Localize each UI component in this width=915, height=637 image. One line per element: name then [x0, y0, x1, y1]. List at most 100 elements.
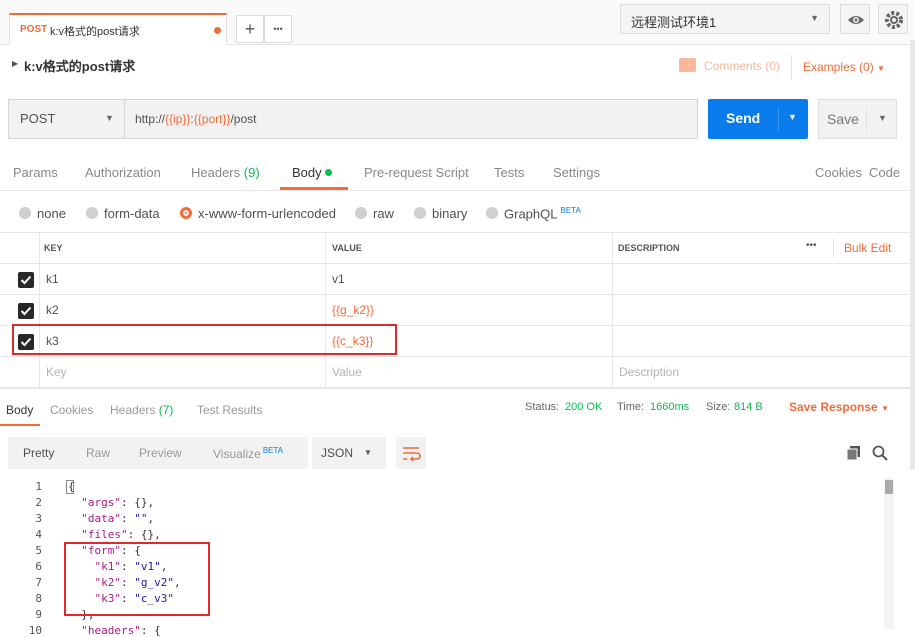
examples-dropdown[interactable]: Examples (0) ▼ — [803, 60, 885, 74]
radio-binary[interactable]: binary — [414, 206, 467, 221]
view-mode-visualize[interactable]: Visualize BETA — [213, 446, 283, 461]
radio-binary-label: binary — [432, 206, 468, 221]
tab-body-label: Body — [292, 165, 322, 180]
tab-tests[interactable]: Tests — [494, 165, 524, 180]
radio-raw-label: raw — [373, 206, 394, 221]
wrap-lines-button[interactable] — [396, 437, 426, 469]
radio-raw[interactable]: raw — [355, 206, 394, 221]
response-tab-cookies[interactable]: Cookies — [50, 403, 93, 417]
save-button[interactable]: Save ▼ — [818, 99, 897, 139]
line-number: 5 — [35, 544, 42, 557]
wrap-lines-icon — [403, 447, 421, 462]
unsaved-dot-icon — [214, 27, 221, 34]
radio-urlencoded[interactable]: x-www-form-urlencoded — [180, 206, 336, 221]
view-mode-pretty[interactable]: Pretty — [23, 446, 54, 460]
tab-prerequest-script[interactable]: Pre-request Script — [364, 165, 469, 180]
divider — [0, 190, 915, 191]
gear-icon — [885, 11, 903, 29]
request-title[interactable]: k:v格式的post请求 — [24, 56, 135, 75]
radio-graphql[interactable]: GraphQL BETA — [486, 206, 581, 221]
save-label: Save — [827, 111, 859, 127]
tab-name: k:v格式的post请求 — [50, 26, 140, 38]
code-line: "headers": { — [81, 624, 161, 637]
search-icon[interactable] — [872, 445, 888, 464]
line-number: 10 — [28, 624, 42, 637]
bulk-edit-link[interactable]: Bulk Edit — [844, 241, 891, 255]
view-mode-toolbar: Pretty Raw Preview Visualize BETA — [8, 437, 308, 469]
divider — [866, 108, 867, 132]
code-scrollbar-thumb[interactable] — [885, 480, 893, 494]
url-text: http://{{ip}}:{{port}}/post — [135, 112, 257, 126]
send-options-chevron-icon[interactable]: ▼ — [788, 112, 797, 122]
radio-circle-icon — [19, 207, 31, 219]
tab-params[interactable]: Params — [13, 165, 58, 180]
more-tabs-button[interactable]: ••• — [264, 15, 292, 43]
view-mode-raw[interactable]: Raw — [86, 446, 110, 460]
radio-none-label: none — [37, 206, 66, 221]
cookies-link[interactable]: Cookies — [815, 165, 862, 180]
highlight-box — [64, 542, 210, 616]
method-selector[interactable]: POST ▼ — [8, 99, 125, 139]
code-line: "data": "", — [81, 512, 155, 525]
chevron-down-icon: ▼ — [877, 64, 885, 73]
code-line: "args": {}, — [81, 496, 155, 509]
tab-body[interactable]: Body — [292, 165, 333, 180]
row-value[interactable]: v1 — [332, 264, 345, 295]
manage-environments-button[interactable] — [878, 4, 908, 34]
scrollbar[interactable] — [910, 40, 915, 470]
format-value: JSON — [321, 446, 354, 460]
code-scrollbar[interactable] — [884, 478, 894, 629]
line-number: 6 — [35, 560, 42, 573]
tab-headers[interactable]: Headers (9) — [191, 165, 260, 180]
method-value: POST — [20, 111, 56, 126]
code-link[interactable]: Code — [869, 165, 900, 180]
request-tab[interactable]: POST k:v格式的post请求 — [9, 13, 227, 45]
new-tab-button[interactable]: + — [236, 15, 264, 43]
view-mode-preview[interactable]: Preview — [139, 446, 182, 460]
save-response-label: Save Response — [789, 400, 878, 414]
line-number: 4 — [35, 528, 42, 541]
environment-quick-look-button[interactable] — [840, 4, 870, 34]
size-value: 814 B — [734, 401, 763, 413]
save-response-dropdown[interactable]: Save Response ▼ — [789, 400, 889, 414]
radio-form-data[interactable]: form-data — [86, 206, 160, 221]
column-header-description: DESCRIPTION — [618, 243, 680, 253]
row-checkbox[interactable] — [18, 272, 34, 288]
response-tab-headers[interactable]: Headers (7) — [110, 403, 173, 417]
row-key[interactable]: k2 — [46, 295, 59, 326]
tab-settings[interactable]: Settings — [553, 165, 600, 180]
examples-label: Examples (0) — [803, 60, 874, 74]
tab-authorization[interactable]: Authorization — [85, 165, 161, 180]
response-tab-body[interactable]: Body — [6, 403, 33, 417]
response-tab-test-results[interactable]: Test Results — [197, 403, 262, 417]
radio-none[interactable]: none — [19, 206, 66, 221]
radio-circle-icon — [86, 207, 98, 219]
format-selector[interactable]: JSON ▼ — [312, 437, 386, 469]
radio-circle-icon — [486, 207, 498, 220]
response-headers-count: (7) — [158, 403, 174, 417]
code-line: "files": {}, — [81, 528, 161, 541]
row-checkbox[interactable] — [18, 303, 34, 319]
eye-icon — [848, 16, 864, 24]
response-tab-headers-label: Headers — [110, 403, 156, 417]
send-button[interactable]: Send ▼ — [708, 99, 808, 139]
url-input[interactable]: http://{{ip}}:{{port}}/post — [124, 99, 698, 139]
more-options-icon[interactable]: ••• — [806, 240, 817, 251]
caret-right-icon[interactable]: ▶ — [12, 59, 18, 68]
chevron-down-icon: ▼ — [810, 13, 819, 23]
row-value[interactable]: {{g_k2}} — [332, 295, 374, 326]
bracket-match-indicator — [66, 480, 74, 494]
new-description-input[interactable]: Description — [619, 357, 679, 388]
time-value: 1660ms — [650, 401, 690, 413]
divider — [0, 388, 915, 389]
copy-icon[interactable] — [846, 445, 862, 464]
headers-count: (9) — [243, 165, 260, 180]
save-options-chevron-icon[interactable]: ▼ — [878, 113, 887, 123]
active-tab-indicator — [0, 424, 40, 426]
row-key[interactable]: k1 — [46, 264, 59, 295]
comments-link[interactable]: Comments (0) — [704, 59, 780, 73]
divider — [778, 107, 779, 131]
new-value-input[interactable]: Value — [332, 357, 362, 388]
environment-selector[interactable]: 远程测试环境1 ▼ — [620, 4, 830, 34]
new-key-input[interactable]: Key — [46, 357, 67, 388]
